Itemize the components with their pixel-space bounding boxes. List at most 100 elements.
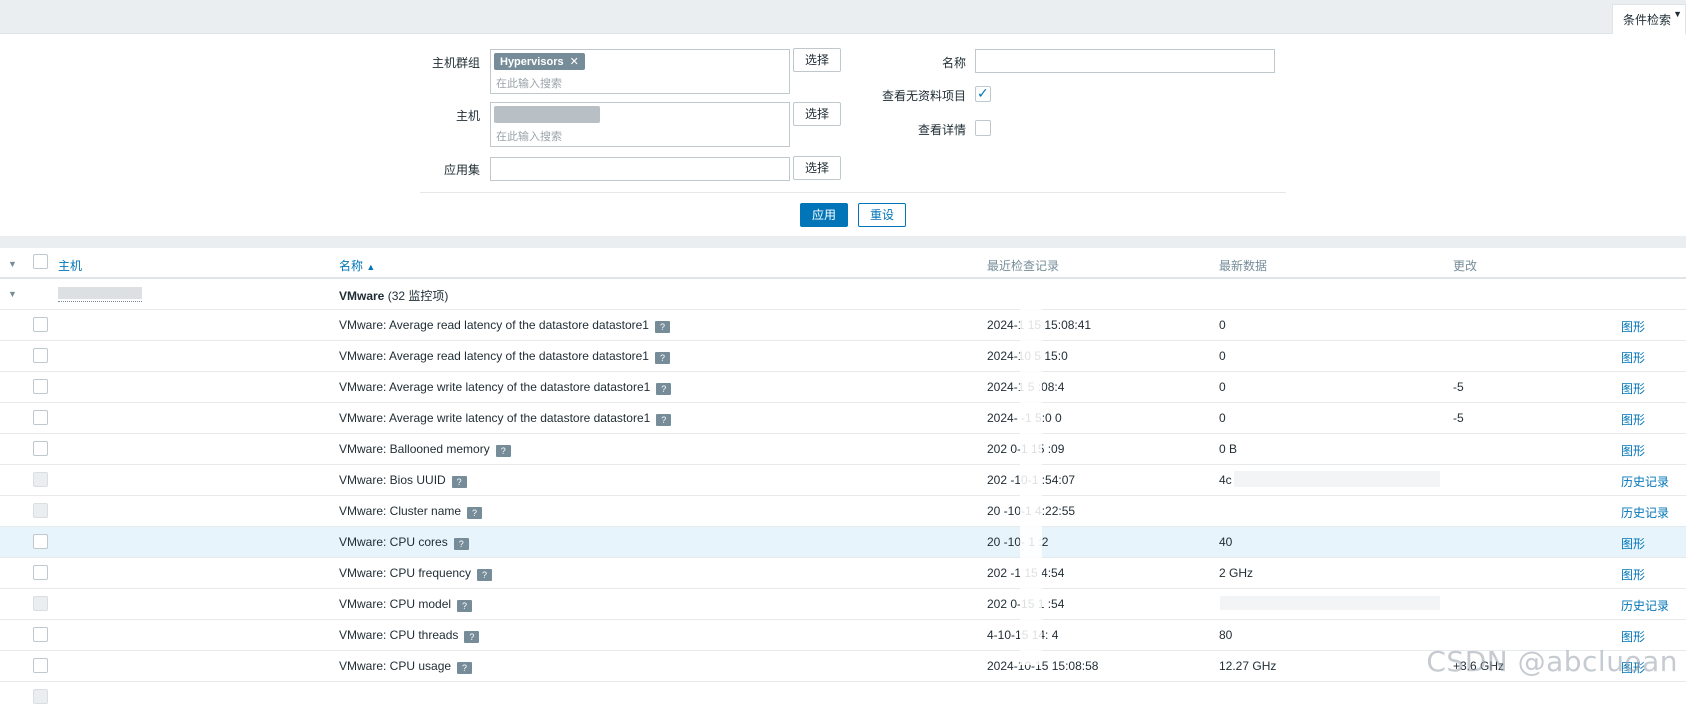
- description-icon[interactable]: ?: [654, 321, 670, 333]
- description-icon[interactable]: ?: [654, 352, 670, 364]
- graph-link[interactable]: 图形: [1621, 411, 1645, 428]
- item-name-label: VMware: CPU model: [339, 597, 452, 611]
- item-name-label: VMware: Average write latency of the dat…: [339, 411, 651, 425]
- table-row: VMware: Cluster name? 20 -10-1 4:22:55 历…: [0, 496, 1686, 527]
- table-row-partial: [0, 682, 1686, 704]
- item-name-label: VMware: CPU usage: [339, 659, 452, 673]
- host-group-tag[interactable]: Hypervisors ✕: [494, 53, 585, 70]
- item-name: VMware: Cluster name?: [339, 504, 483, 519]
- change-value: -5: [1453, 380, 1464, 394]
- column-name[interactable]: 名称 ▲: [339, 257, 375, 274]
- apply-button[interactable]: 应用: [800, 203, 848, 227]
- sort-asc-icon: ▲: [366, 262, 376, 272]
- row-checkbox: [33, 503, 48, 518]
- item-name: VMware: CPU threads?: [339, 628, 480, 643]
- item-name: VMware: CPU frequency?: [339, 566, 493, 581]
- item-name-label: VMware: Average read latency of the data…: [339, 349, 649, 363]
- history-link[interactable]: 历史记录: [1621, 504, 1669, 521]
- host-label: 主机: [455, 109, 480, 123]
- collapse-group-icon[interactable]: ▼: [8, 289, 17, 299]
- host-group-select-button[interactable]: 选择: [793, 48, 841, 72]
- filter-tab[interactable]: 条件检索 ▼: [1612, 4, 1686, 34]
- item-name-label: VMware: Ballooned memory: [339, 442, 490, 456]
- description-icon[interactable]: ?: [467, 507, 483, 519]
- table-row: VMware: Ballooned memory? 202 0-1 15 :09…: [0, 434, 1686, 465]
- show-no-data-checkbox[interactable]: ✓: [975, 85, 991, 102]
- collapse-all-icon[interactable]: ▼: [8, 259, 17, 269]
- top-bar: 条件检索 ▼: [0, 0, 1686, 34]
- item-name: VMware: Bios UUID?: [339, 473, 467, 488]
- item-name: VMware: Average read latency of the data…: [339, 349, 670, 364]
- last-value: 0: [1219, 380, 1226, 394]
- graph-link[interactable]: 图形: [1621, 442, 1645, 459]
- show-no-data-label: 查看无资料项目: [881, 89, 966, 103]
- column-change: 更改: [1453, 259, 1478, 273]
- item-name-label: VMware: Average read latency of the data…: [339, 318, 649, 332]
- host-search-input[interactable]: 在此输入搜索: [496, 128, 562, 144]
- graph-link[interactable]: 图形: [1621, 566, 1645, 583]
- host-name[interactable]: [58, 287, 142, 299]
- remove-tag-icon[interactable]: ✕: [570, 56, 579, 68]
- row-checkbox[interactable]: [33, 317, 48, 332]
- item-name-label: VMware: CPU cores: [339, 535, 448, 549]
- application-group-title: VMware (32 监控项): [339, 287, 448, 304]
- host-tag[interactable]: [494, 106, 600, 123]
- filter-panel: 主机群组 Hypervisors ✕ 在此输入搜索 选择 主机 在此输入搜索 选择…: [0, 34, 1686, 236]
- graph-link[interactable]: 图形: [1621, 535, 1645, 552]
- row-checkbox[interactable]: [33, 379, 48, 394]
- history-link[interactable]: 历史记录: [1621, 597, 1669, 614]
- description-icon[interactable]: ?: [451, 476, 467, 488]
- description-icon[interactable]: ?: [495, 445, 511, 457]
- row-checkbox[interactable]: [33, 348, 48, 363]
- table-row: VMware: CPU model? 202 0-15 1 :54 历史记录: [0, 589, 1686, 620]
- item-name-label: VMware: CPU frequency: [339, 566, 472, 580]
- application-label: 应用集: [443, 163, 480, 177]
- graph-link[interactable]: 图形: [1621, 349, 1645, 366]
- row-checkbox: [33, 596, 48, 611]
- last-value: 12.27 GHz: [1219, 659, 1277, 673]
- row-checkbox[interactable]: [33, 658, 48, 673]
- host-multiselect[interactable]: 在此输入搜索: [490, 102, 790, 147]
- application-input[interactable]: [490, 157, 790, 181]
- table-row: VMware: CPU frequency? 202 -1 15 4:54 2 …: [0, 558, 1686, 589]
- table-header: ▼ 主机 名称 ▲ 最近检查记录 最新数据 更改: [0, 248, 1686, 279]
- row-checkbox[interactable]: [33, 534, 48, 549]
- description-icon[interactable]: ?: [457, 600, 473, 612]
- table-row: VMware: Average write latency of the dat…: [0, 403, 1686, 434]
- item-name-label: VMware: CPU threads: [339, 628, 459, 642]
- description-icon[interactable]: ?: [464, 631, 480, 643]
- row-checkbox[interactable]: [33, 441, 48, 456]
- change-value: -5: [1453, 411, 1464, 425]
- graph-link[interactable]: 图形: [1621, 628, 1645, 645]
- host-group-multiselect[interactable]: Hypervisors ✕ 在此输入搜索: [490, 49, 790, 94]
- row-checkbox[interactable]: [33, 627, 48, 642]
- column-host[interactable]: 主机: [58, 257, 82, 274]
- divider: [420, 192, 1286, 193]
- filter-tab-label: 条件检索: [1623, 13, 1672, 27]
- reset-button[interactable]: 重设: [858, 203, 906, 227]
- row-checkbox: [33, 689, 48, 704]
- row-checkbox[interactable]: [33, 410, 48, 425]
- host-select-button[interactable]: 选择: [793, 102, 841, 126]
- last-value: 4c: [1219, 473, 1232, 487]
- column-name-label: 名称: [339, 259, 364, 273]
- item-name: VMware: Average write latency of the dat…: [339, 411, 672, 426]
- description-icon[interactable]: ?: [656, 383, 672, 395]
- graph-link[interactable]: 图形: [1621, 318, 1645, 335]
- description-icon[interactable]: ?: [477, 569, 493, 581]
- name-input[interactable]: [975, 49, 1275, 73]
- graph-link[interactable]: 图形: [1621, 380, 1645, 397]
- description-icon[interactable]: ?: [656, 414, 672, 426]
- row-checkbox[interactable]: [33, 565, 48, 580]
- application-select-button[interactable]: 选择: [793, 156, 841, 180]
- item-name: VMware: Average write latency of the dat…: [339, 380, 672, 395]
- show-details-checkbox[interactable]: [975, 120, 991, 136]
- item-name: VMware: CPU cores?: [339, 535, 469, 550]
- select-all-checkbox[interactable]: [33, 254, 48, 269]
- description-icon[interactable]: ?: [457, 662, 473, 674]
- host-group-search-input[interactable]: 在此输入搜索: [496, 75, 562, 91]
- history-link[interactable]: 历史记录: [1621, 473, 1669, 490]
- description-icon[interactable]: ?: [453, 538, 469, 550]
- last-value: 40: [1219, 535, 1233, 549]
- collapse-arrow-icon[interactable]: ▼: [1673, 9, 1682, 19]
